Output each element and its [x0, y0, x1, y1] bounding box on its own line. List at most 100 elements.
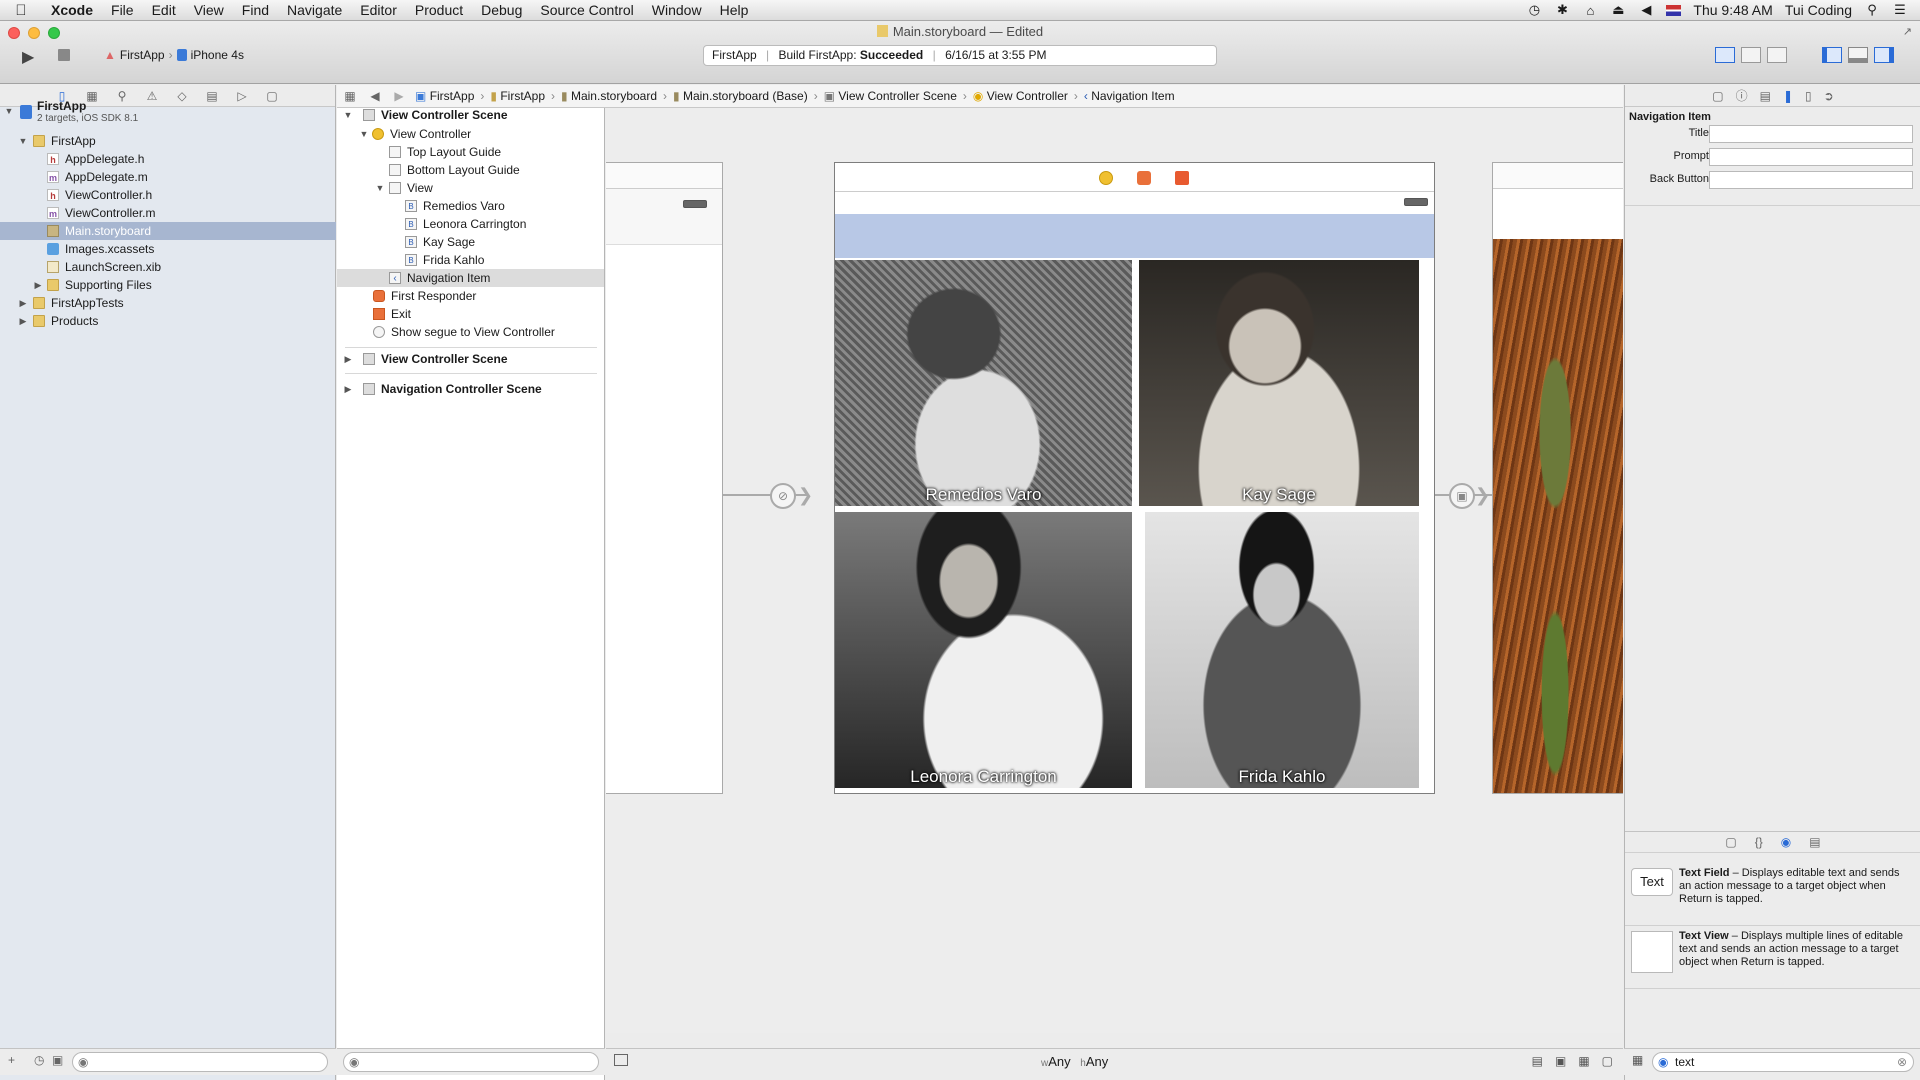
- library-item-text-view[interactable]: Text View – Displays multiple lines of e…: [1629, 930, 1917, 991]
- outline-nav-item-selected[interactable]: ‹ Navigation Item: [337, 269, 604, 287]
- tree-file-selected[interactable]: Main.storyboard: [0, 222, 336, 240]
- show-segue-icon[interactable]: ▣: [1449, 483, 1475, 509]
- code-snippet-icon[interactable]: {}: [1755, 835, 1763, 849]
- menu-source-control[interactable]: Source Control: [531, 0, 642, 21]
- resolve-icon[interactable]: ▢: [1602, 1054, 1613, 1068]
- back-arrow-icon[interactable]: ◀: [363, 89, 387, 103]
- connections-inspector-icon[interactable]: ➲: [1824, 89, 1834, 103]
- exit-dock-icon[interactable]: [1175, 171, 1189, 185]
- flag-icon[interactable]: [1666, 4, 1682, 16]
- menu-find[interactable]: Find: [233, 0, 278, 21]
- size-class-control[interactable]: wAny hAny: [1041, 1054, 1108, 1069]
- tree-file[interactable]: h AppDelegate.h: [0, 150, 336, 168]
- storyboard-canvas[interactable]: ⊘ ❯ Remedios Varo Kay Sage Leonora Carri…: [606, 108, 1623, 1033]
- menu-editor[interactable]: Editor: [351, 0, 406, 21]
- disclosure-right-icon[interactable]: ▶: [343, 350, 353, 368]
- menu-product[interactable]: Product: [406, 0, 472, 21]
- fullscreen-icon[interactable]: ↗: [1903, 25, 1912, 38]
- media-library-icon[interactable]: ▤: [1809, 835, 1820, 849]
- utilities-toggle-icon[interactable]: [1874, 47, 1894, 63]
- assistant-editor-icon[interactable]: [1741, 47, 1761, 63]
- menu-clock[interactable]: Thu 9:48 AM: [1693, 2, 1772, 18]
- view-controller-dock-icon[interactable]: [1099, 171, 1113, 185]
- run-button[interactable]: ▶: [22, 47, 34, 67]
- navigation-bar[interactable]: [835, 214, 1434, 258]
- apple-icon[interactable]: : [0, 2, 42, 19]
- recent-files-icon[interactable]: ◷: [34, 1053, 44, 1067]
- disclosure-right-icon[interactable]: ▶: [18, 312, 28, 330]
- scene-detail-controller[interactable]: [1492, 162, 1623, 794]
- library-item-text-field[interactable]: Text Text Field – Displays editable text…: [1629, 867, 1917, 928]
- disclosure-right-icon[interactable]: ▶: [33, 276, 43, 294]
- segue-relationship-icon[interactable]: ⊘: [770, 483, 796, 509]
- pin-icon[interactable]: ▦: [1578, 1054, 1589, 1068]
- scm-filter-icon[interactable]: ▣: [52, 1053, 63, 1067]
- tree-file[interactable]: h ViewController.h: [0, 186, 336, 204]
- add-icon[interactable]: +: [8, 1053, 15, 1067]
- menu-file[interactable]: File: [102, 0, 143, 21]
- disclosure-down-icon[interactable]: ▼: [359, 125, 369, 143]
- align-icon[interactable]: ▣: [1555, 1054, 1566, 1068]
- bluetooth-icon[interactable]: ✱: [1554, 2, 1570, 18]
- scheme-selector[interactable]: ▲ FirstApp › iPhone 4s: [104, 48, 244, 62]
- prompt-field[interactable]: [1709, 148, 1913, 166]
- navigator-toggle-icon[interactable]: [1822, 47, 1842, 63]
- spotlight-icon[interactable]: ⚲: [1864, 2, 1880, 18]
- scene-view-controller[interactable]: Remedios Varo Kay Sage Leonora Carringto…: [834, 162, 1435, 794]
- eject-icon[interactable]: ⏏: [1610, 2, 1626, 18]
- tree-group-tests[interactable]: ▶ FirstAppTests: [0, 294, 336, 312]
- file-inspector-icon[interactable]: ▢: [1712, 89, 1723, 103]
- tree-project[interactable]: ▼ FirstApp 2 targets, iOS SDK 8.1: [0, 99, 336, 129]
- crumb-storyboard-base[interactable]: ▮ Main.storyboard (Base): [669, 89, 812, 103]
- tree-group-products[interactable]: ▶ Products: [0, 312, 336, 330]
- back-button-field[interactable]: [1709, 171, 1913, 189]
- crumb-project[interactable]: ▣ FirstApp: [411, 89, 478, 103]
- tree-file[interactable]: Images.xcassets: [0, 240, 336, 258]
- debug-area-toggle-icon[interactable]: [1848, 47, 1868, 63]
- time-machine-icon[interactable]: ◷: [1526, 2, 1542, 18]
- remedios-varo-button[interactable]: Remedios Varo: [835, 260, 1132, 506]
- menu-edit[interactable]: Edit: [143, 0, 185, 21]
- file-template-icon[interactable]: ▢: [1725, 835, 1736, 849]
- disclosure-down-icon[interactable]: ▼: [4, 102, 14, 120]
- disclosure-right-icon[interactable]: ▶: [343, 380, 353, 398]
- disclosure-right-icon[interactable]: ▶: [18, 294, 28, 312]
- tree-file[interactable]: m ViewController.m: [0, 204, 336, 222]
- forward-arrow-icon[interactable]: ▶: [387, 89, 411, 103]
- outline-toggle-icon[interactable]: [614, 1054, 628, 1066]
- first-responder-dock-icon[interactable]: [1137, 171, 1151, 185]
- version-editor-icon[interactable]: [1767, 47, 1787, 63]
- tree-group-firstapp[interactable]: ▼ FirstApp: [0, 132, 336, 150]
- grid-view-icon[interactable]: ▦: [1632, 1053, 1643, 1067]
- tree-file[interactable]: LaunchScreen.xib: [0, 258, 336, 276]
- disclosure-down-icon[interactable]: ▼: [375, 179, 385, 197]
- notification-center-icon[interactable]: ☰: [1892, 2, 1908, 18]
- menu-help[interactable]: Help: [711, 0, 758, 21]
- crumb-group[interactable]: ▮ FirstApp: [486, 89, 549, 103]
- crumb-scene[interactable]: ▣ View Controller Scene: [820, 89, 961, 103]
- stack-icon[interactable]: ▤: [1532, 1054, 1543, 1068]
- crumb-navigation-item[interactable]: ‹ Navigation Item: [1080, 89, 1179, 103]
- stop-button[interactable]: [58, 49, 70, 61]
- leonora-carrington-button[interactable]: Leonora Carrington: [835, 512, 1132, 788]
- menu-app[interactable]: Xcode: [42, 0, 102, 21]
- related-items-icon[interactable]: ▦: [337, 89, 363, 103]
- crumb-view-controller[interactable]: ◉ View Controller: [969, 89, 1072, 103]
- menu-view[interactable]: View: [185, 0, 233, 21]
- size-inspector-icon[interactable]: ▯: [1805, 89, 1812, 103]
- clear-icon[interactable]: ⊗: [1897, 1053, 1907, 1071]
- outline-filter-input[interactable]: ◉: [343, 1052, 599, 1072]
- identity-inspector-icon[interactable]: ▤: [1760, 89, 1771, 103]
- scene-nav-controller[interactable]: [606, 162, 723, 794]
- object-library-icon[interactable]: ◉: [1781, 835, 1791, 849]
- menu-user[interactable]: Tui Coding: [1785, 2, 1852, 18]
- menu-window[interactable]: Window: [643, 0, 711, 21]
- kay-sage-button[interactable]: Kay Sage: [1139, 260, 1419, 506]
- title-field[interactable]: [1709, 125, 1913, 143]
- wifi-icon[interactable]: ⌂: [1582, 3, 1598, 18]
- volume-icon[interactable]: ◀: [1638, 2, 1654, 18]
- disclosure-down-icon[interactable]: ▼: [18, 132, 28, 150]
- standard-editor-icon[interactable]: [1715, 47, 1735, 63]
- menu-navigate[interactable]: Navigate: [278, 0, 351, 21]
- quick-help-icon[interactable]: ⓘ: [1736, 87, 1748, 104]
